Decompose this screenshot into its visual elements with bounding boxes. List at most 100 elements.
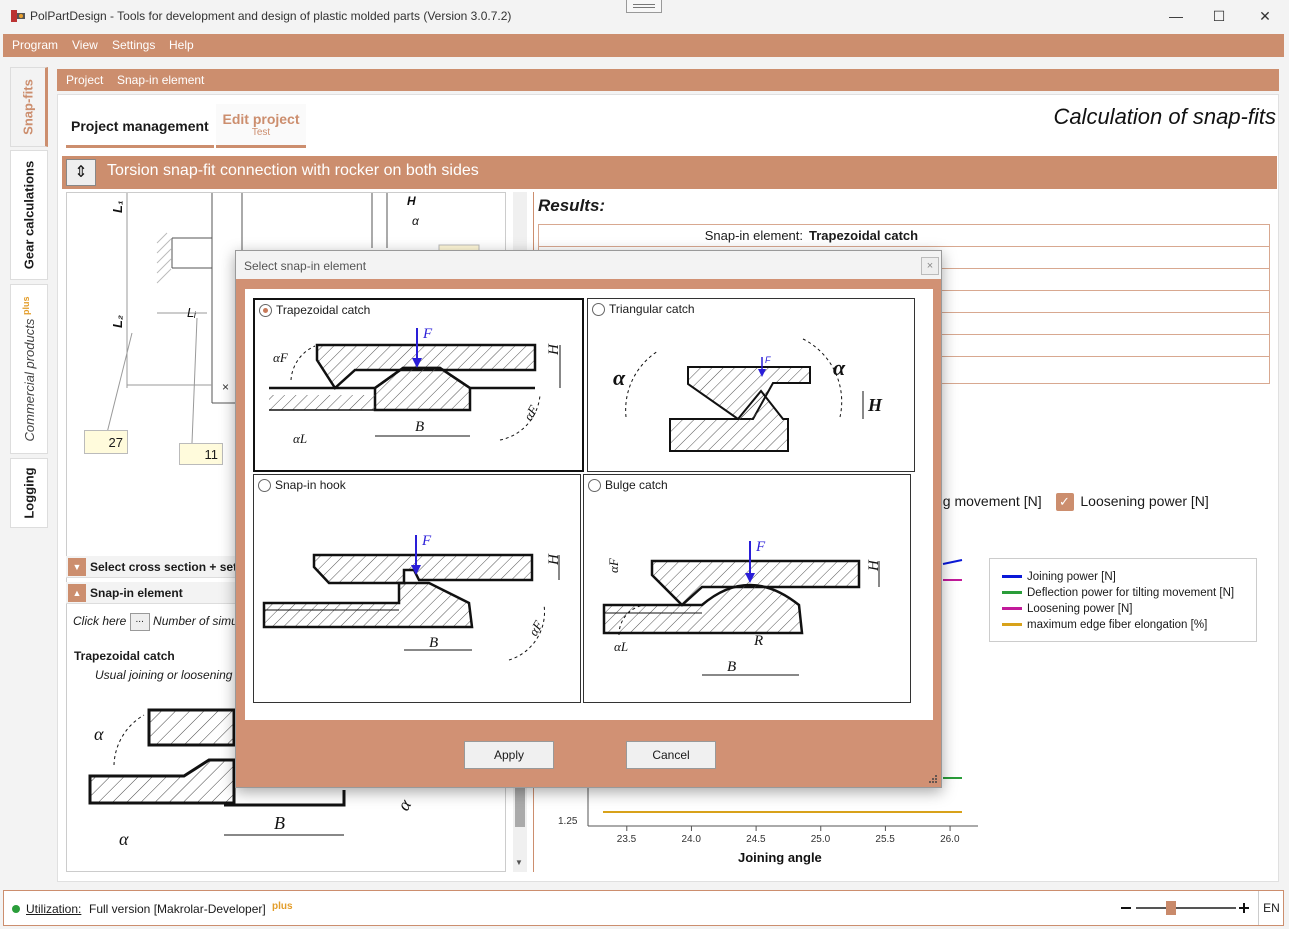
- more-options-button[interactable]: ...: [129, 613, 150, 631]
- label-li: Lᵢ: [187, 305, 196, 320]
- svg-text:α: α: [119, 829, 129, 849]
- number-of-sim-label: Number of simu: [153, 614, 238, 629]
- tab-project-management[interactable]: Project management: [66, 104, 214, 148]
- series-checkboxes: ng movement [N] ✓ Loosening power [N]: [935, 493, 1209, 512]
- side-tab-gear-label: Gear calculations: [21, 160, 37, 270]
- legend-item: maximum edge fiber elongation [%]: [1002, 619, 1207, 631]
- resize-grip-icon[interactable]: [928, 774, 938, 784]
- tab-edit-project-sub: Test: [251, 127, 271, 138]
- click-here-label: Click here: [73, 614, 127, 629]
- triangular-diagram: F α α H: [613, 338, 883, 452]
- tab-edit-project[interactable]: Edit project Test: [216, 104, 306, 148]
- select-snapin-dialog: Select snap-in element × F B H αF αL αF …: [235, 250, 942, 788]
- input-value-27[interactable]: 27: [84, 430, 128, 454]
- dialog-options-panel: F B H αF αL αF Trapezoidal catch F α α H…: [245, 289, 933, 720]
- language-button[interactable]: EN: [1258, 891, 1284, 925]
- window-title: PolPartDesign - Tools for development an…: [30, 9, 512, 23]
- loosening-checkbox[interactable]: ✓: [1055, 493, 1074, 512]
- radio-trapezoidal[interactable]: [259, 304, 272, 317]
- option-triangular[interactable]: F α α H Triangular catch: [587, 298, 915, 472]
- legend-item: Deflection power for tilting movement [N…: [1002, 587, 1234, 599]
- side-tab-gear[interactable]: Gear calculations: [10, 150, 48, 280]
- svg-text:H: H: [867, 395, 883, 415]
- accordion-snap-in[interactable]: ▲ Snap-in element: [66, 582, 241, 604]
- label-l2: L₂: [110, 315, 125, 328]
- snap-hook-diagram: F B H αF: [262, 533, 562, 661]
- x-tick-label: 25.5: [875, 834, 895, 845]
- dim-b-label: B: [415, 419, 424, 435]
- close-mark-icon[interactable]: ×: [222, 380, 229, 394]
- chevron-up-icon: ▲: [68, 584, 86, 602]
- usual-label: Usual joining or loosening: [95, 668, 233, 682]
- close-window-button[interactable]: ✕: [1255, 6, 1275, 26]
- section-title: Torsion snap-fit connection with rocker …: [107, 162, 479, 179]
- svg-text:α: α: [613, 365, 626, 390]
- side-tab-commercial[interactable]: Commercial products plus: [10, 284, 48, 454]
- click-row: Click here ... Number of simu: [73, 613, 243, 631]
- menu-settings[interactable]: Settings: [112, 38, 155, 52]
- svg-text:α: α: [393, 795, 415, 814]
- svg-text:B: B: [274, 813, 285, 833]
- breadcrumb-project[interactable]: Project: [66, 73, 103, 87]
- version-text: Full version [Makrolar-Developer]: [89, 902, 266, 916]
- label-alpha: α: [412, 214, 420, 228]
- results-row: Snap-in element: Trapezoidal catch: [539, 225, 1269, 247]
- expand-toggle-icon[interactable]: ⇕: [66, 159, 96, 186]
- input-value-11[interactable]: 11: [179, 443, 223, 465]
- option-bulge-label: Bulge catch: [605, 478, 668, 492]
- angle-al-label: αL: [293, 431, 307, 446]
- x-tick-label: 26.0: [940, 834, 960, 845]
- option-snap-in-hook-label: Snap-in hook: [275, 478, 346, 492]
- title-bar: PolPartDesign - Tools for development an…: [0, 0, 1289, 32]
- menu-help[interactable]: Help: [169, 38, 194, 52]
- drag-grip-icon[interactable]: [626, 0, 662, 13]
- option-trapezoidal[interactable]: F B H αF αL αF Trapezoidal catch: [253, 298, 584, 472]
- radio-snap-in-hook[interactable]: [258, 479, 271, 492]
- side-tab-strip: Snap-fits Gear calculations Commercial p…: [10, 62, 48, 882]
- accordion-cross-section[interactable]: ▼ Select cross section + set d: [66, 556, 248, 578]
- apply-button[interactable]: Apply: [464, 741, 554, 769]
- y-tick-label: 1.25: [558, 816, 578, 827]
- x-tick-label: 24.0: [681, 834, 701, 845]
- option-bulge[interactable]: F B R H αF αL Bulge catch: [583, 474, 911, 703]
- utilization-link[interactable]: Utilization:: [26, 902, 81, 916]
- dialog-title-bar: Select snap-in element ×: [236, 251, 941, 279]
- loosening-checkbox-label: Loosening power [N]: [1080, 493, 1209, 509]
- trapezoidal-diagram: F B H αF αL αF: [269, 326, 562, 446]
- dialog-close-button[interactable]: ×: [921, 257, 939, 275]
- radio-bulge[interactable]: [588, 479, 601, 492]
- svg-text:F: F: [421, 533, 432, 549]
- results-title: Results:: [538, 196, 606, 215]
- x-tick-label: 24.5: [746, 834, 766, 845]
- chevron-down-icon: ▼: [68, 558, 86, 576]
- svg-text:R: R: [753, 633, 763, 649]
- option-snap-in-hook[interactable]: F B H αF Snap-in hook: [253, 474, 581, 703]
- accordion-snap-in-label: Snap-in element: [90, 586, 183, 600]
- results-label: Snap-in element:: [704, 228, 803, 243]
- cancel-button[interactable]: Cancel: [626, 741, 716, 769]
- chart-legend: Joining power [N] Deflection power for t…: [989, 558, 1257, 642]
- x-tick-label: 25.0: [811, 834, 831, 845]
- legend-item: Loosening power [N]: [1002, 603, 1132, 615]
- zoom-slider[interactable]: [1121, 899, 1251, 917]
- scroll-down-icon[interactable]: ▼: [515, 858, 523, 867]
- menu-bar: Program View Settings Help: [3, 34, 1284, 57]
- app-logo-icon: [11, 10, 25, 22]
- menu-program[interactable]: Program: [12, 38, 58, 52]
- side-tab-snapfits[interactable]: Snap-fits: [10, 67, 48, 147]
- minimize-button[interactable]: —: [1166, 6, 1186, 26]
- svg-text:F: F: [755, 539, 766, 555]
- svg-text:B: B: [429, 635, 438, 651]
- x-tick-label: 23.5: [617, 834, 637, 845]
- side-tab-logging-label: Logging: [21, 467, 37, 519]
- plus-badge: plus: [20, 296, 31, 316]
- radio-triangular[interactable]: [592, 303, 605, 316]
- status-dot-icon: [12, 905, 20, 913]
- breadcrumb-snap-in[interactable]: Snap-in element: [117, 73, 204, 87]
- side-tab-logging[interactable]: Logging: [10, 458, 48, 528]
- breadcrumb: Project Snap-in element: [57, 69, 1279, 91]
- maximize-button[interactable]: ☐: [1209, 6, 1229, 26]
- tilting-checkbox-label: ng movement [N]: [935, 493, 1042, 509]
- series-joining-line: [942, 559, 963, 565]
- menu-view[interactable]: View: [72, 38, 98, 52]
